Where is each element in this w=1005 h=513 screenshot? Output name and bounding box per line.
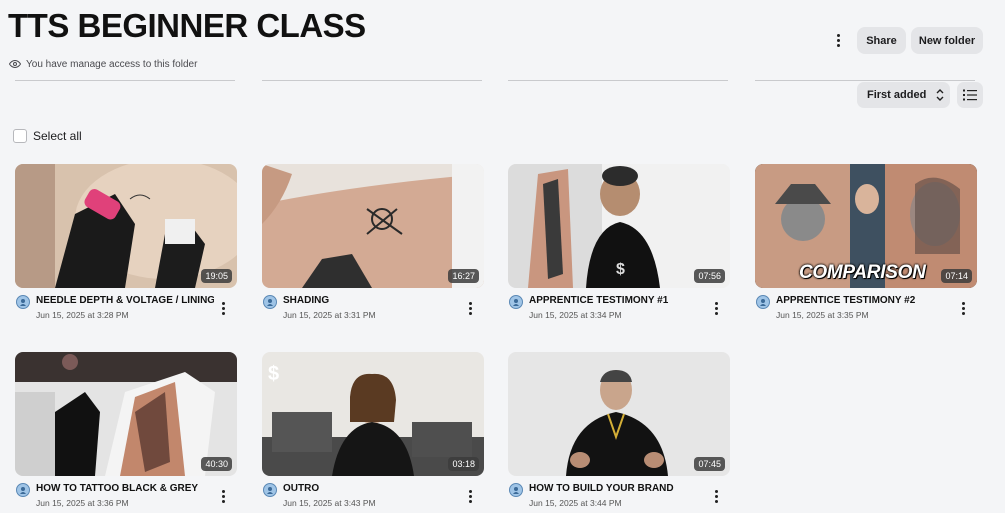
divider bbox=[755, 80, 975, 81]
list-view-button[interactable] bbox=[957, 82, 983, 108]
more-vertical-icon[interactable] bbox=[463, 488, 477, 504]
duration-badge: 19:05 bbox=[201, 269, 232, 283]
video-title[interactable]: APPRENTICE TESTIMONY #2 bbox=[776, 295, 954, 306]
more-vertical-icon[interactable] bbox=[709, 300, 723, 316]
video-card[interactable]: 40:30 HOW TO TATTOO BLACK & GREY Jun 15,… bbox=[15, 352, 237, 512]
video-date: Jun 15, 2025 at 3:43 PM bbox=[283, 498, 376, 508]
user-avatar-icon bbox=[263, 483, 277, 497]
sort-dropdown[interactable]: First added bbox=[857, 82, 950, 108]
access-note: You have manage access to this folder bbox=[9, 58, 197, 70]
select-all-checkbox[interactable] bbox=[13, 129, 27, 143]
list-view-icon bbox=[963, 89, 977, 101]
more-vertical-icon[interactable] bbox=[463, 300, 477, 316]
video-card[interactable]: 19:05 NEEDLE DEPTH & VOLTAGE / LINING Ju… bbox=[15, 164, 237, 324]
video-card[interactable]: 16:27 SHADING Jun 15, 2025 at 3:31 PM bbox=[262, 164, 484, 324]
comparison-overlay-text: COMPARISON bbox=[799, 262, 926, 283]
video-date: Jun 15, 2025 at 3:28 PM bbox=[36, 310, 129, 320]
video-date: Jun 15, 2025 at 3:34 PM bbox=[529, 310, 622, 320]
user-avatar-icon bbox=[509, 295, 523, 309]
folder-page: TTS BEGINNER CLASS You have manage acces… bbox=[0, 0, 1005, 513]
duration-badge: 16:27 bbox=[448, 269, 479, 283]
divider bbox=[262, 80, 482, 81]
page-title: TTS BEGINNER CLASS bbox=[8, 7, 366, 44]
video-card[interactable]: COMPARISON 07:14 APPRENTICE TESTIMONY #2… bbox=[755, 164, 977, 324]
divider bbox=[508, 80, 728, 81]
video-card[interactable]: $ 07:56 APPRENTICE TESTIMONY #1 Jun 15, … bbox=[508, 164, 730, 324]
user-avatar-icon bbox=[16, 295, 30, 309]
video-title[interactable]: OUTRO bbox=[283, 483, 461, 494]
duration-badge: 07:14 bbox=[941, 269, 972, 283]
video-thumbnail[interactable]: 07:45 bbox=[508, 352, 730, 476]
sort-label: First added bbox=[867, 89, 927, 101]
svg-text:$: $ bbox=[268, 363, 279, 385]
user-avatar-icon bbox=[16, 483, 30, 497]
video-thumbnail[interactable]: COMPARISON 07:14 bbox=[755, 164, 977, 288]
video-card[interactable]: $ 03:18 OUTRO Jun 15, 2025 at 3:43 PM bbox=[262, 352, 484, 512]
video-date: Jun 15, 2025 at 3:35 PM bbox=[776, 310, 869, 320]
video-thumbnail[interactable]: 16:27 bbox=[262, 164, 484, 288]
video-thumbnail[interactable]: 19:05 bbox=[15, 164, 237, 288]
video-thumbnail[interactable]: 40:30 bbox=[15, 352, 237, 476]
video-title[interactable]: NEEDLE DEPTH & VOLTAGE / LINING bbox=[36, 295, 214, 306]
new-folder-button[interactable]: New folder bbox=[911, 27, 983, 54]
duration-badge: 07:56 bbox=[694, 269, 725, 283]
duration-badge: 07:45 bbox=[694, 457, 725, 471]
access-text: You have manage access to this folder bbox=[26, 58, 198, 70]
user-avatar-icon bbox=[263, 295, 277, 309]
video-date: Jun 15, 2025 at 3:31 PM bbox=[283, 310, 376, 320]
video-card[interactable]: 07:45 HOW TO BUILD YOUR BRAND Jun 15, 20… bbox=[508, 352, 730, 512]
video-title[interactable]: APPRENTICE TESTIMONY #1 bbox=[529, 295, 707, 306]
user-avatar-icon bbox=[756, 295, 770, 309]
duration-badge: 40:30 bbox=[201, 457, 232, 471]
video-title[interactable]: SHADING bbox=[283, 295, 461, 306]
video-title[interactable]: HOW TO BUILD YOUR BRAND bbox=[529, 483, 707, 494]
more-vertical-icon[interactable] bbox=[956, 300, 970, 316]
select-all-label: Select all bbox=[33, 129, 82, 143]
divider bbox=[15, 80, 235, 81]
eye-icon bbox=[9, 59, 21, 69]
video-date: Jun 15, 2025 at 3:36 PM bbox=[36, 498, 129, 508]
more-vertical-icon[interactable] bbox=[216, 488, 230, 504]
video-date: Jun 15, 2025 at 3:44 PM bbox=[529, 498, 622, 508]
select-all[interactable]: Select all bbox=[13, 129, 82, 143]
video-thumbnail[interactable]: $ 03:18 bbox=[262, 352, 484, 476]
more-vertical-icon[interactable] bbox=[709, 488, 723, 504]
user-avatar-icon bbox=[509, 483, 523, 497]
more-options-icon[interactable] bbox=[828, 30, 848, 50]
more-vertical-icon[interactable] bbox=[216, 300, 230, 316]
video-title[interactable]: HOW TO TATTOO BLACK & GREY bbox=[36, 483, 214, 494]
sort-arrows-icon bbox=[936, 89, 944, 101]
share-button[interactable]: Share bbox=[857, 27, 906, 54]
svg-text:$: $ bbox=[616, 261, 625, 278]
duration-badge: 03:18 bbox=[448, 457, 479, 471]
video-thumbnail[interactable]: $ 07:56 bbox=[508, 164, 730, 288]
